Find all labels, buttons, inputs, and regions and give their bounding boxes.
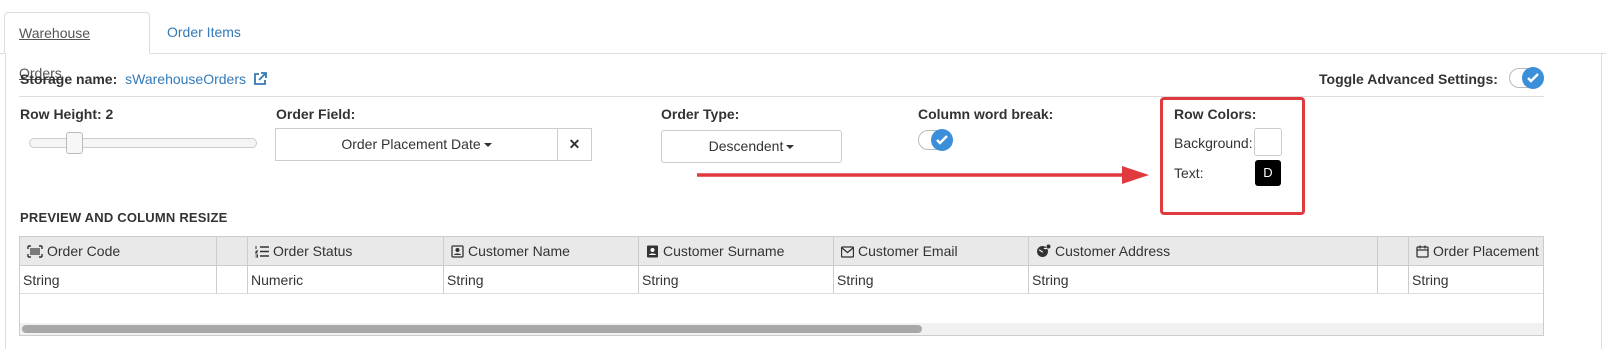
divider <box>19 96 1544 97</box>
column-header-order-status[interactable]: Order Status <box>248 237 444 265</box>
toggle-advanced-label: Toggle Advanced Settings: <box>1319 71 1498 87</box>
table-row: String Numeric String String String Stri… <box>20 266 1543 294</box>
scrollbar-thumb[interactable] <box>22 325 922 333</box>
background-color-label: Background: <box>1174 135 1253 151</box>
column-header-label: Customer Surname <box>663 243 785 259</box>
order-field-value: Order Placement Date <box>341 136 481 152</box>
tab-bar: Warehouse Orders Order Items <box>0 0 1606 81</box>
contact-card-icon <box>451 245 464 258</box>
row-height-slider-handle[interactable] <box>66 132 83 154</box>
cell-type: String <box>1029 266 1378 293</box>
column-word-break-label: Column word break: <box>918 106 1054 122</box>
text-color-label: Text: <box>1174 165 1204 181</box>
column-header-label: Customer Name <box>468 243 570 259</box>
row-height-label: Row Height: 2 <box>20 106 114 122</box>
column-header-customer-address[interactable]: Customer Address <box>1029 237 1378 265</box>
column-header-label: Order Code <box>47 243 121 259</box>
cell-type: String <box>639 266 834 293</box>
order-type-label: Order Type: <box>661 106 740 122</box>
column-header-order-placement[interactable]: Order Placement <box>1409 237 1543 265</box>
barcode-icon <box>27 245 43 258</box>
check-icon <box>1522 67 1544 89</box>
order-type-value: Descendent <box>708 138 784 154</box>
toggle-advanced-switch[interactable] <box>1509 67 1544 89</box>
preview-grid: Order Code Order Status Customer Name Cu… <box>19 236 1544 336</box>
column-header-label: Customer Address <box>1055 243 1171 259</box>
clear-order-field-button[interactable]: ✕ <box>557 128 592 161</box>
column-header-label: Customer Email <box>858 243 958 259</box>
address-book-icon <box>647 245 658 258</box>
globe-marker-icon <box>1037 244 1051 257</box>
text-color-swatch[interactable]: D <box>1255 160 1281 186</box>
cell-type: Numeric <box>248 266 444 293</box>
column-word-break-switch[interactable] <box>918 129 953 151</box>
tab-warehouse-orders[interactable]: Warehouse Orders <box>4 12 150 81</box>
column-header-customer-name[interactable]: Customer Name <box>444 237 639 265</box>
cell-type: String <box>20 266 217 293</box>
calendar-icon <box>1416 245 1429 258</box>
storage-name-label: Storage name: <box>20 71 118 87</box>
caret-down-icon <box>786 145 795 150</box>
column-header-label: Order Status <box>273 243 353 259</box>
column-header-label: Order Placement <box>1433 243 1539 259</box>
horizontal-scrollbar[interactable] <box>20 323 1543 335</box>
column-header-blank[interactable] <box>217 237 248 265</box>
annotation-arrow <box>697 166 1149 184</box>
column-header-customer-surname[interactable]: Customer Surname <box>639 237 834 265</box>
cell-type: String <box>444 266 639 293</box>
preview-title: PREVIEW AND COLUMN RESIZE <box>20 210 228 225</box>
tab-order-items[interactable]: Order Items <box>153 12 255 54</box>
external-link-icon[interactable] <box>253 72 267 89</box>
cell-type: String <box>834 266 1029 293</box>
cell-type: String <box>1412 272 1449 288</box>
grid-header: Order Code Order Status Customer Name Cu… <box>20 237 1543 266</box>
check-icon <box>931 129 953 151</box>
order-type-dropdown[interactable]: Descendent <box>661 130 842 163</box>
cell-type <box>1378 266 1409 293</box>
storage-name: Storage name: sWarehouseOrders <box>20 71 267 89</box>
cell-type <box>217 266 248 293</box>
storage-name-link[interactable]: sWarehouseOrders <box>125 71 246 87</box>
row-colors-label: Row Colors: <box>1174 106 1257 122</box>
column-header-customer-email[interactable]: Customer Email <box>834 237 1029 265</box>
order-field-dropdown[interactable]: Order Placement Date <box>275 128 558 161</box>
order-field-label: Order Field: <box>276 106 356 122</box>
caret-down-icon <box>483 143 492 148</box>
column-header-order-code[interactable]: Order Code <box>20 237 217 265</box>
list-ordered-icon <box>254 246 269 258</box>
background-color-swatch[interactable] <box>1254 128 1282 156</box>
row-height-slider[interactable] <box>29 138 257 148</box>
column-header-blank[interactable] <box>1378 237 1409 265</box>
envelope-icon <box>840 246 855 258</box>
